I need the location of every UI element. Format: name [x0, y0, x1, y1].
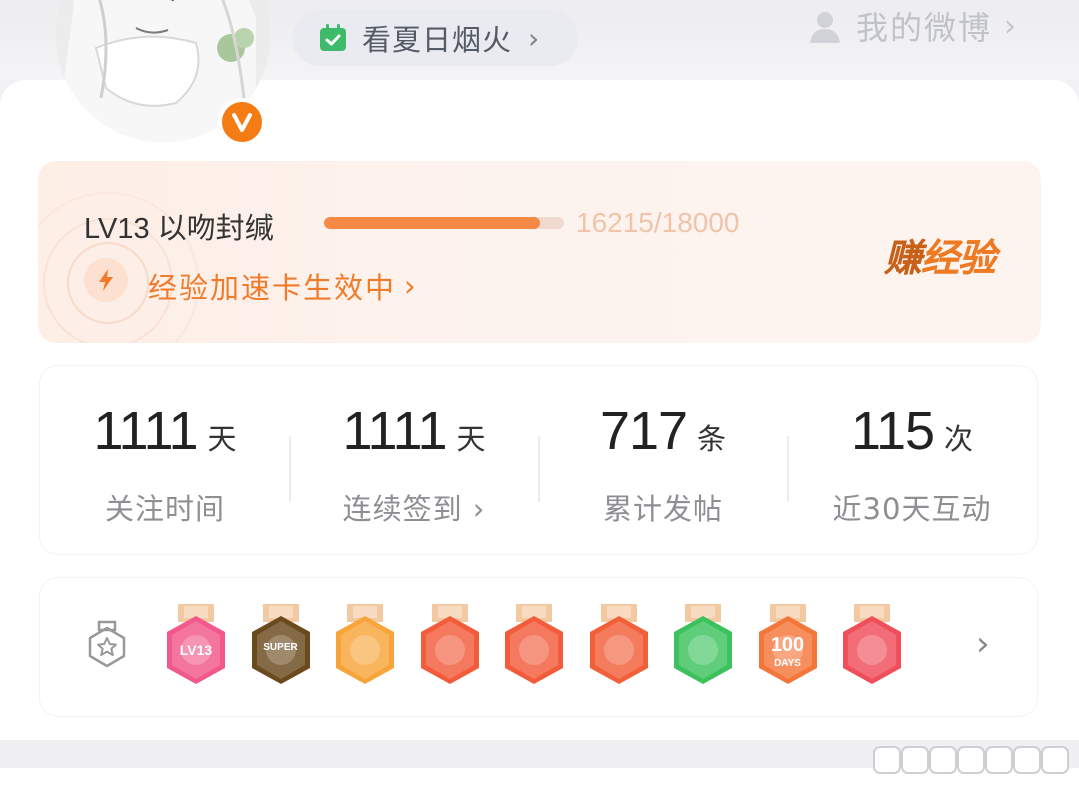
level-title: LV13 以吻封缄: [84, 213, 274, 245]
badges-card[interactable]: LV13 SUPER 100 DAYS ›: [40, 578, 1037, 716]
stat-value: 717: [599, 401, 688, 461]
stat-interactions: 115 次 近30天互动: [787, 400, 1037, 528]
medal-icon: [88, 620, 126, 668]
lv13-badge[interactable]: LV13: [164, 604, 228, 688]
level-progress-bar: [324, 217, 564, 229]
level-exp-text: 16215/18000: [576, 207, 740, 238]
chevron-right-icon: ›: [528, 21, 540, 55]
stat-unit: 条: [697, 422, 727, 456]
earn-exp-button[interactable]: 赚经验: [884, 227, 996, 282]
dragon-badge-2[interactable]: [502, 604, 566, 688]
exp-boost-label: 经验加速卡生效中: [148, 271, 397, 305]
badge-subtext: DAYS: [774, 658, 801, 669]
stat-label: 累计发帖: [602, 492, 723, 526]
stat-unit: 天: [456, 422, 486, 456]
level-progress-fill: [324, 217, 540, 229]
stat-label: 关注时间: [104, 492, 225, 526]
stat-post-count: 717 条 累计发帖: [538, 400, 788, 528]
stat-label: 连续签到 ›: [342, 492, 486, 526]
my-weibo-link[interactable]: 我的微博 ›: [806, 4, 1046, 48]
stat-checkin-days[interactable]: 1111 天 连续签到 ›: [289, 400, 539, 528]
verified-v-icon: [232, 113, 252, 132]
exp-boost-link[interactable]: 经验加速卡生效中 ›: [148, 265, 418, 307]
verified-badge: [218, 98, 266, 146]
earn-exp-label-a: 赚: [884, 236, 922, 280]
stat-value: 1111: [93, 401, 198, 461]
summer-fireworks-pill[interactable]: 看夏日烟火 ›: [292, 10, 578, 66]
chevron-right-icon: ›: [1004, 8, 1017, 44]
super-badge[interactable]: SUPER: [249, 604, 313, 688]
person-icon: [810, 12, 840, 43]
stat-unit: 次: [944, 422, 974, 456]
100days-badge[interactable]: 100 DAYS: [756, 604, 820, 688]
crown-badge[interactable]: [333, 604, 397, 688]
stat-value: 1111: [342, 401, 447, 461]
lightning-icon: [84, 258, 128, 302]
dragon-badge-3[interactable]: [587, 604, 651, 688]
trophy-badge[interactable]: [840, 604, 904, 688]
summer-fireworks-label: 看夏日烟火: [362, 23, 513, 57]
stat-unit: 天: [207, 422, 237, 456]
chevron-right-icon: ›: [404, 269, 418, 303]
stat-label: 近30天互动: [832, 492, 992, 526]
page-indicator: [873, 746, 1069, 774]
earn-exp-label-b: 经验: [921, 236, 996, 280]
badge-text: SUPER: [263, 642, 298, 653]
badge-text: LV13: [179, 642, 213, 658]
my-weibo-label: 我的微博: [856, 9, 993, 47]
chevron-right-icon[interactable]: ›: [976, 624, 990, 664]
level-card[interactable]: LV13 以吻封缄 16215/18000 经验加速卡生效中 › 赚经验: [38, 161, 1041, 343]
badge-list: LV13 SUPER 100 DAYS: [164, 604, 904, 688]
stats-card: 1111 天 关注时间 1111 天 连续签到 › 717 条 累计发帖 115 次 近…: [40, 366, 1037, 554]
calendar-check-icon: [320, 24, 346, 51]
badge-text: 100: [770, 634, 805, 656]
stat-follow-days: 1111 天 关注时间: [40, 400, 290, 528]
hand-badge[interactable]: [671, 604, 735, 688]
stat-value: 115: [850, 401, 935, 461]
dragon-badge-1[interactable]: [418, 604, 482, 688]
